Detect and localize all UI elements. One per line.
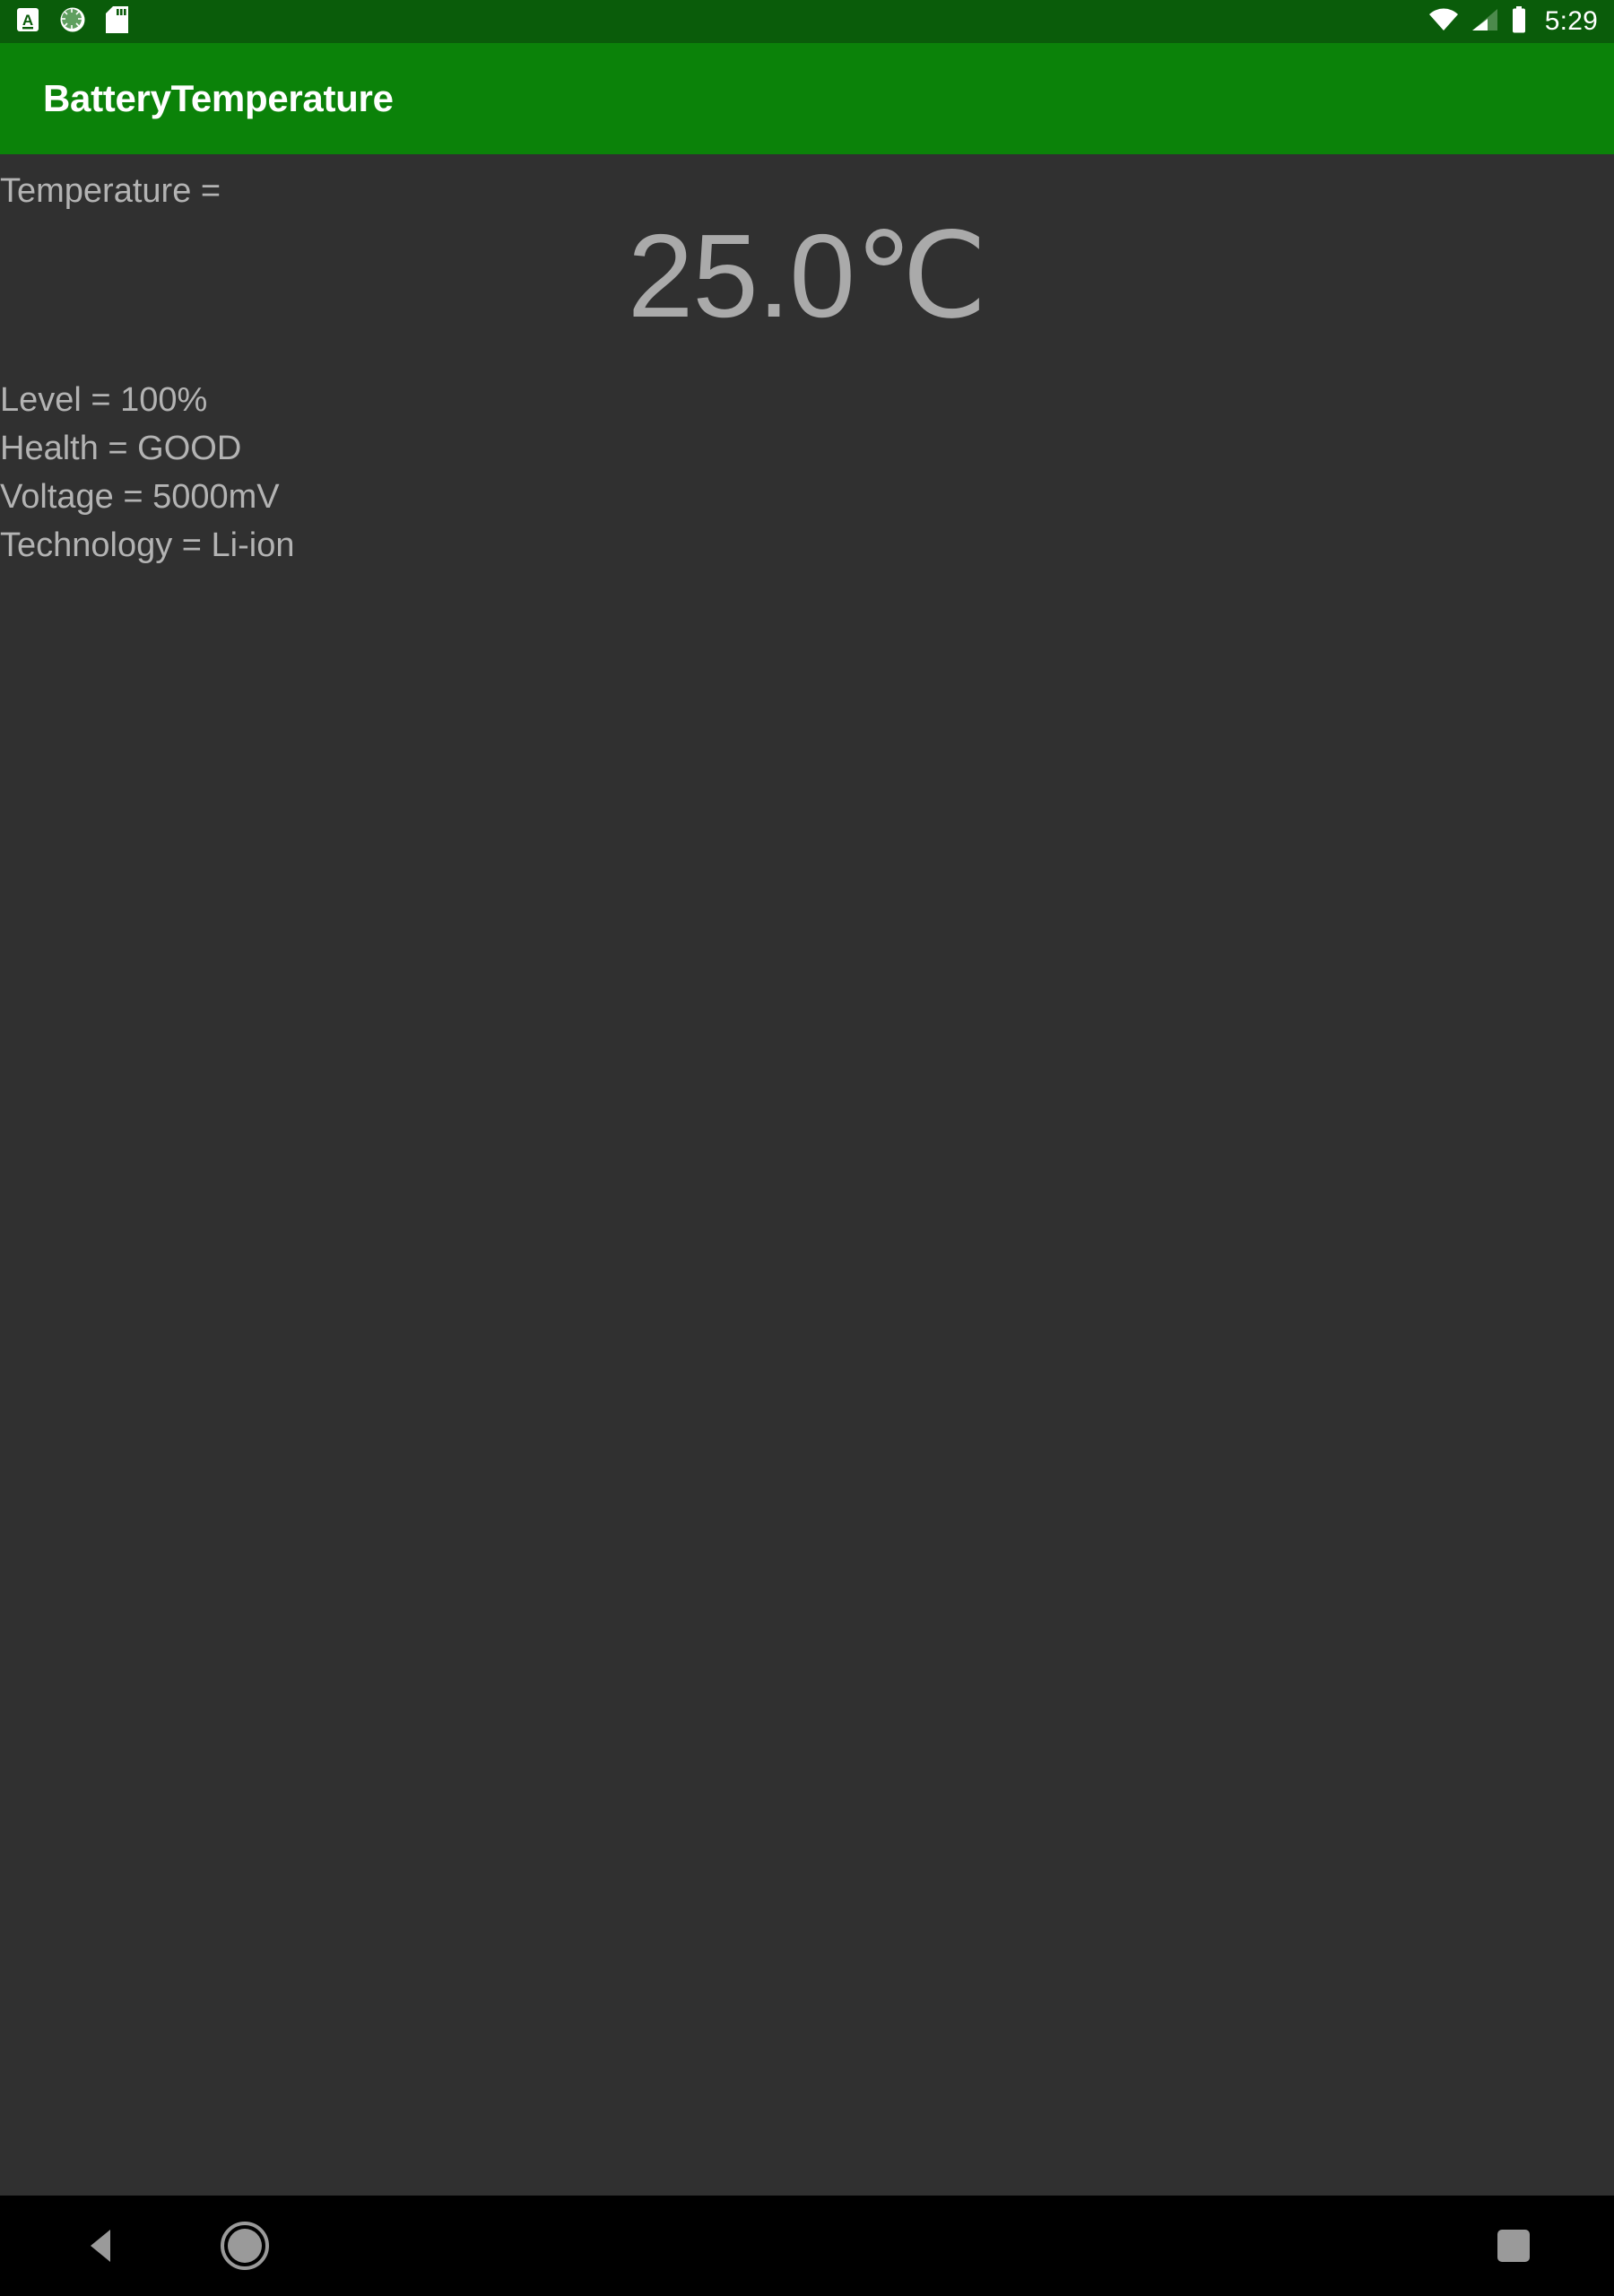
cellular-signal-icon — [1471, 8, 1498, 36]
battery-level-line: Level = 100% — [0, 381, 208, 419]
android-screen: A 5:29 BatteryTemperature Temperature = … — [0, 0, 1614, 2296]
battery-health-line: Health = GOOD — [0, 430, 242, 467]
status-bar-clock: 5:29 — [1544, 6, 1598, 36]
battery-info-list: Level = 100% Health = GOOD Voltage = 500… — [0, 383, 1614, 577]
app-notification-icon: A — [16, 7, 39, 37]
app-bar: BatteryTemperature — [0, 43, 1614, 154]
wifi-icon — [1428, 8, 1459, 36]
app-title: BatteryTemperature — [43, 77, 394, 119]
navigation-bar — [0, 2196, 1614, 2296]
sd-card-icon — [106, 5, 128, 38]
recents-square-icon — [1497, 2230, 1530, 2262]
battery-technology-line: Technology = Li-ion — [0, 526, 295, 564]
sync-circle-icon — [59, 6, 86, 38]
home-circle-icon — [220, 2222, 269, 2270]
back-button[interactable] — [36, 2196, 166, 2296]
back-triangle-icon — [90, 2230, 110, 2262]
recents-button[interactable] — [1448, 2196, 1578, 2296]
temperature-value: 25.0℃ — [627, 210, 987, 342]
main-content: Temperature = 25.0℃ Level = 100% Health … — [0, 154, 1614, 2296]
svg-text:A: A — [22, 12, 33, 29]
home-button[interactable] — [179, 2196, 309, 2296]
status-bar: A 5:29 — [0, 0, 1614, 43]
status-bar-right-icons: 5:29 — [1428, 5, 1598, 38]
status-bar-left-icons: A — [16, 5, 128, 38]
temperature-label: Temperature = — [0, 172, 221, 210]
battery-icon — [1511, 5, 1527, 38]
battery-voltage-line: Voltage = 5000mV — [0, 478, 280, 516]
